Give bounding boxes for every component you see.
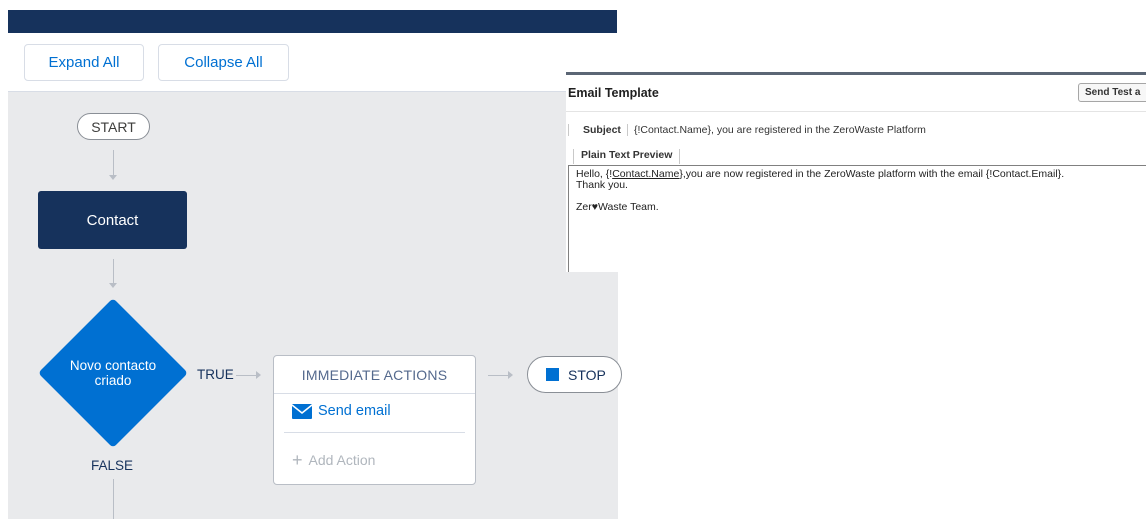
connector-line <box>113 150 114 175</box>
divider <box>284 432 465 433</box>
connector-line <box>488 375 508 376</box>
criteria-label: Novo contacto criado <box>69 358 157 388</box>
criteria-node[interactable]: Novo contacto criado <box>38 298 188 448</box>
send-test-button[interactable]: Send Test a <box>1078 83 1146 102</box>
subject-row: Subject {!Contact.Name}, you are registe… <box>566 124 926 136</box>
connector-line <box>113 259 114 283</box>
collapse-all-button[interactable]: Collapse All <box>158 44 289 81</box>
immediate-actions-header: IMMEDIATE ACTIONS <box>274 356 475 394</box>
send-email-action[interactable]: Send email <box>292 403 391 419</box>
connector-arrow-icon <box>256 371 261 379</box>
stop-label: STOP <box>568 366 606 383</box>
connector-line <box>236 375 256 376</box>
stop-icon <box>546 368 559 381</box>
connector-line <box>113 479 114 519</box>
app-header-bar <box>8 10 617 33</box>
add-action-button[interactable]: + Add Action <box>292 450 376 470</box>
stop-node[interactable]: STOP <box>527 356 622 393</box>
subject-value: {!Contact.Name}, you are registered in t… <box>626 124 926 136</box>
expand-all-button[interactable]: Expand All <box>24 44 144 81</box>
email-signature: Zer♥Waste Team. <box>576 201 659 213</box>
email-body-preview: Hello, {!Contact.Name},you are now regis… <box>568 165 1146 272</box>
object-node-contact[interactable]: Contact <box>38 191 187 249</box>
immediate-actions-panel: IMMEDIATE ACTIONS Send email + Add Actio… <box>273 355 476 485</box>
body-line-1: Hello, {!Contact.Name},you are now regis… <box>576 168 1065 180</box>
divider <box>566 111 1146 112</box>
start-node[interactable]: START <box>77 113 150 140</box>
body-line-2: Thank you. <box>576 179 628 191</box>
plus-icon: + <box>292 450 303 470</box>
connector-arrow-icon <box>109 175 117 180</box>
plain-text-preview-tab[interactable]: Plain Text Preview <box>573 149 681 164</box>
email-template-panel: Email Template Send Test a Subject {!Con… <box>566 72 1146 272</box>
envelope-icon <box>292 403 312 419</box>
true-branch-label: TRUE <box>197 367 234 382</box>
subject-label: Subject <box>568 124 627 136</box>
process-canvas: START Contact Novo contacto criado TRUE … <box>8 91 622 519</box>
add-action-label: Add Action <box>308 452 376 468</box>
false-branch-label: FALSE <box>91 458 134 473</box>
email-template-title: Email Template <box>568 86 659 100</box>
connector-arrow-icon <box>508 371 513 379</box>
connector-arrow-icon <box>109 283 117 288</box>
send-email-label: Send email <box>318 403 391 419</box>
